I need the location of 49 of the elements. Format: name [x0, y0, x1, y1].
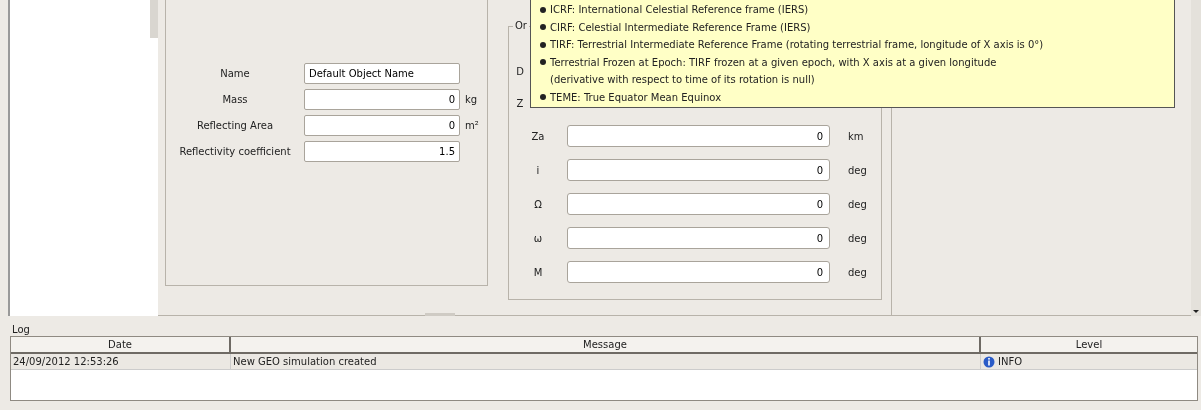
- field-label: i: [535, 163, 541, 178]
- unit-label: deg: [848, 197, 867, 212]
- info-icon: [983, 355, 995, 368]
- field-label: D: [515, 64, 525, 79]
- input-field[interactable]: 0: [567, 261, 830, 283]
- field-label: M: [532, 265, 544, 280]
- field-label: Za: [530, 129, 546, 144]
- input-field[interactable]: 0: [304, 114, 460, 136]
- scrollbar-thumb[interactable]: [150, 0, 158, 38]
- tooltip-text: TEME: True Equator Mean Equinox: [550, 90, 722, 105]
- column-header[interactable]: Level: [981, 337, 1197, 352]
- log-title: Log: [11, 323, 31, 336]
- unit-label: km: [848, 129, 864, 144]
- input-field[interactable]: 0: [567, 125, 830, 147]
- field-label: Reflecting Area: [195, 118, 275, 133]
- bullet-icon: [540, 24, 546, 31]
- column-header[interactable]: Date: [11, 337, 231, 352]
- tooltip-text: CIRF: Celestial Intermediate Reference Frame (IERS): [550, 20, 811, 35]
- field-label: Reflectivity coefficient: [178, 144, 292, 159]
- unit-label: kg: [465, 92, 478, 107]
- input-field[interactable]: 0: [304, 88, 460, 110]
- unit-label: deg: [848, 265, 867, 280]
- unit-label: m²: [465, 118, 479, 133]
- input-field[interactable]: 0: [567, 159, 830, 181]
- table-cell: New GEO simulation created: [231, 354, 981, 369]
- field-label: Mass: [221, 92, 249, 107]
- bullet-icon: [540, 41, 546, 48]
- table-cell-text: INFO: [998, 355, 1023, 369]
- tooltip-text: Terrestrial Frozen at Epoch: TIRF frozen at a given epoch, with X axis at a given longitude: [550, 55, 997, 70]
- field-label: ω: [532, 231, 544, 246]
- unit-label: deg: [848, 163, 867, 178]
- bullet-icon: [540, 6, 546, 13]
- bullet-icon: [540, 59, 546, 66]
- input-field[interactable]: 0: [567, 227, 830, 249]
- unit-label: deg: [848, 231, 867, 246]
- tooltip-text: ICRF: International Celestial Reference frame (IERS): [550, 3, 809, 18]
- bullet-icon: [540, 94, 546, 101]
- input-field[interactable]: Default Object Name: [304, 62, 460, 84]
- field-label: Z: [515, 96, 525, 111]
- splitter-handle[interactable]: [425, 313, 455, 316]
- group-title: Or: [513, 20, 529, 32]
- input-field[interactable]: 1.5: [304, 140, 460, 162]
- input-field[interactable]: 0: [567, 193, 830, 215]
- table-cell: 24/09/2012 12:53:26: [11, 354, 231, 369]
- column-header[interactable]: Message: [231, 337, 981, 352]
- tooltip-text: TIRF: Terrestrial Intermediate Reference Frame (rotating terrestrial frame, longitude of X axis is 0°): [550, 38, 1044, 53]
- field-label: Ω: [533, 197, 543, 212]
- tooltip-text: (derivative with respect to time of its rotation is null): [550, 73, 815, 88]
- field-label: Name: [219, 66, 251, 81]
